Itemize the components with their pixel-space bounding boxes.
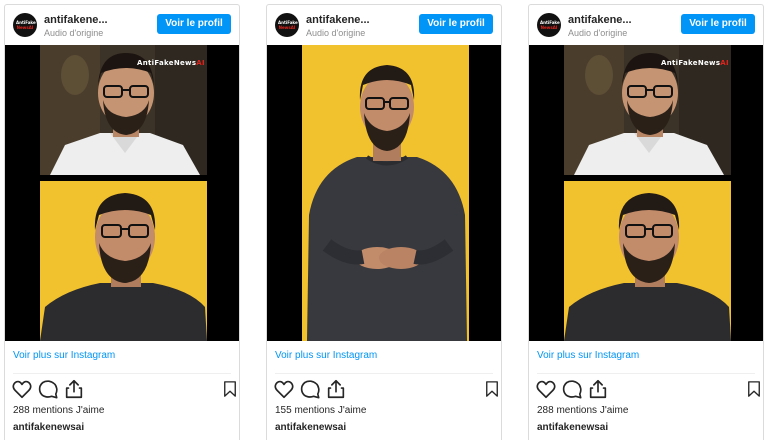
view-more-on-instagram-link[interactable]: Voir plus sur Instagram xyxy=(537,350,639,361)
post-header: AntiFake NewsAI antifakene... Audio d'ori… xyxy=(5,5,239,45)
audio-label: Audio d'origine xyxy=(568,28,628,38)
likes-count: 288 mentions J'aime xyxy=(13,405,105,416)
instagram-embed-card: AntiFake NewsAI antifakene... Audio d'ori… xyxy=(528,4,764,440)
divider xyxy=(13,373,231,374)
action-bar xyxy=(535,378,760,400)
divider xyxy=(275,373,493,374)
username[interactable]: antifakene... xyxy=(44,14,108,26)
avatar[interactable]: AntiFake NewsAI xyxy=(275,13,299,37)
share-icon[interactable] xyxy=(63,378,85,400)
avatar-logo: AntiFake NewsAI xyxy=(540,20,560,30)
post-header: AntiFake NewsAI antifakene... Audio d'ori… xyxy=(267,5,501,45)
watermark: AntiFakeNewsAI xyxy=(137,59,205,67)
post-header: AntiFake NewsAI antifakene... Audio d'ori… xyxy=(529,5,763,45)
owner-username[interactable]: antifakenewsai xyxy=(537,422,608,433)
view-profile-button[interactable]: Voir le profil xyxy=(157,14,231,34)
bookmark-icon[interactable] xyxy=(483,378,501,400)
split-screen-video-image xyxy=(529,45,763,341)
share-icon[interactable] xyxy=(587,378,609,400)
video-thumbnail[interactable] xyxy=(267,45,501,341)
video-thumbnail[interactable]: AntiFakeNewsAI xyxy=(5,45,239,341)
avatar[interactable]: AntiFake NewsAI xyxy=(537,13,561,37)
bookmark-icon[interactable] xyxy=(221,378,239,400)
audio-label: Audio d'origine xyxy=(306,28,366,38)
share-icon[interactable] xyxy=(325,378,347,400)
comment-icon[interactable] xyxy=(37,378,59,400)
comment-icon[interactable] xyxy=(561,378,583,400)
heart-icon[interactable] xyxy=(535,378,557,400)
instagram-embed-card: AntiFake NewsAI antifakene... Audio d'ori… xyxy=(4,4,240,440)
view-profile-button[interactable]: Voir le profil xyxy=(681,14,755,34)
action-bar xyxy=(273,378,498,400)
view-more-on-instagram-link[interactable]: Voir plus sur Instagram xyxy=(13,350,115,361)
avatar-logo: AntiFake NewsAI xyxy=(278,20,298,30)
owner-username[interactable]: antifakenewsai xyxy=(275,422,346,433)
action-bar xyxy=(11,378,236,400)
likes-count: 288 mentions J'aime xyxy=(537,405,629,416)
view-profile-button[interactable]: Voir le profil xyxy=(419,14,493,34)
instagram-embed-card: AntiFake NewsAI antifakene... Audio d'ori… xyxy=(266,4,502,440)
heart-icon[interactable] xyxy=(11,378,33,400)
avatar[interactable]: AntiFake NewsAI xyxy=(13,13,37,37)
view-more-on-instagram-link[interactable]: Voir plus sur Instagram xyxy=(275,350,377,361)
username[interactable]: antifakene... xyxy=(306,14,370,26)
username[interactable]: antifakene... xyxy=(568,14,632,26)
heart-icon[interactable] xyxy=(273,378,295,400)
bookmark-icon[interactable] xyxy=(745,378,763,400)
comment-icon[interactable] xyxy=(299,378,321,400)
avatar-logo: AntiFake NewsAI xyxy=(16,20,36,30)
owner-username[interactable]: antifakenewsai xyxy=(13,422,84,433)
watermark: AntiFakeNewsAI xyxy=(661,59,729,67)
presenter-video-image xyxy=(267,45,501,341)
divider xyxy=(537,373,755,374)
audio-label: Audio d'origine xyxy=(44,28,104,38)
split-screen-video-image xyxy=(5,45,239,341)
video-thumbnail[interactable]: AntiFakeNewsAI xyxy=(529,45,763,341)
likes-count: 155 mentions J'aime xyxy=(275,405,367,416)
